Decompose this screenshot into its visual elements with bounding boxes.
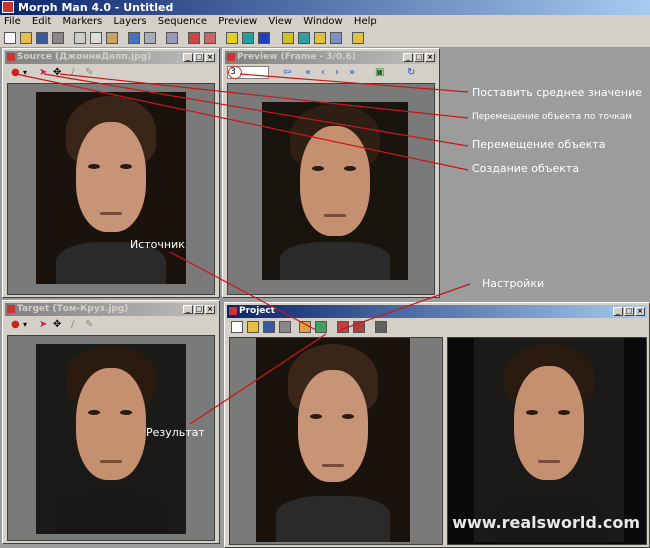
line-result xyxy=(189,333,327,425)
annotation-average-value: Поставить среднее значение xyxy=(472,86,643,99)
line-average-value xyxy=(239,73,469,93)
line-source xyxy=(169,251,317,331)
watermark-text: www.realsworld.com xyxy=(452,513,640,532)
annotation-source: Источник xyxy=(130,238,185,251)
line-create-object xyxy=(15,73,469,171)
line-move-object xyxy=(43,73,469,147)
annotation-lines xyxy=(15,73,471,425)
line-settings xyxy=(339,283,471,331)
annotation-create-object: Создание объекта xyxy=(472,162,580,175)
annotation-move-object: Перемещение объекта xyxy=(472,138,606,151)
annotation-move-by-points: Перемещение объекта по точкам xyxy=(472,112,633,122)
annotation-settings: Настройки xyxy=(482,277,545,290)
annotation-result: Результат xyxy=(146,426,205,439)
